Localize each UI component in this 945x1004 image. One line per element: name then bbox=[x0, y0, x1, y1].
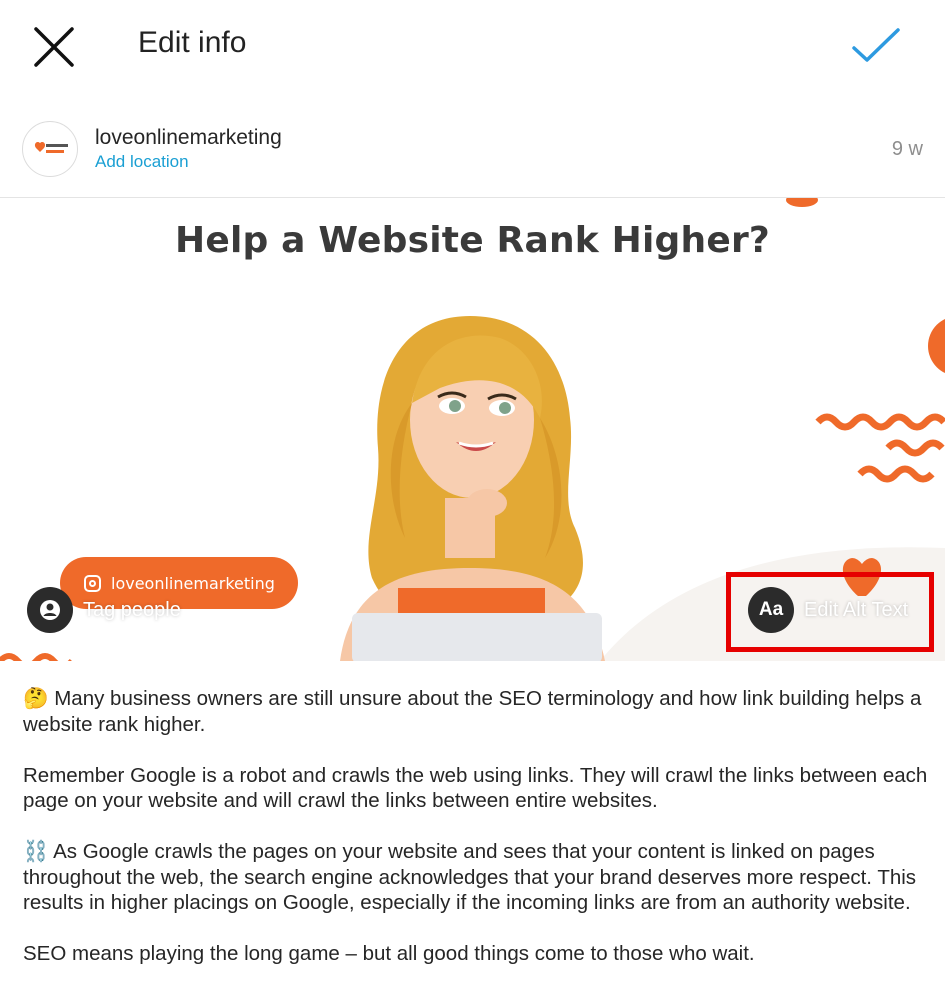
close-button[interactable] bbox=[28, 22, 80, 74]
edit-alt-text-label: Edit Alt Text bbox=[804, 598, 909, 621]
text-icon: Aa bbox=[748, 587, 794, 633]
page-title: Edit info bbox=[138, 26, 247, 59]
done-button[interactable] bbox=[848, 22, 904, 70]
post-age: 9 w bbox=[891, 138, 923, 160]
add-location-link[interactable]: Add location bbox=[95, 152, 189, 172]
top-bar: Edit info bbox=[0, 0, 945, 96]
edit-alt-text-button[interactable]: Aa Edit Alt Text bbox=[748, 587, 908, 633]
tag-people-button[interactable]: Tag people bbox=[27, 587, 181, 633]
tag-people-label: Tag people bbox=[83, 598, 181, 621]
account-row: loveonlinemarketing Add location 9 w bbox=[0, 112, 945, 194]
caption-paragraph: 🤔 Many business owners are still unsure … bbox=[23, 687, 922, 736]
image-headline: Help a Website Rank Higher? bbox=[175, 220, 770, 261]
caption-paragraph: ⛓️ As Google crawls the pages on your we… bbox=[23, 840, 917, 914]
checkmark-icon bbox=[852, 28, 900, 62]
account-username[interactable]: loveonlinemarketing bbox=[95, 126, 282, 150]
caption-paragraph: SEO means playing the long game – but al… bbox=[23, 942, 755, 965]
post-image: Help a Website Rank Higher? loveonlinema… bbox=[0, 198, 945, 661]
person-icon bbox=[27, 587, 73, 633]
avatar[interactable] bbox=[22, 121, 78, 177]
close-icon bbox=[34, 27, 74, 67]
caption-editor[interactable]: 🤔 Many business owners are still unsure … bbox=[23, 686, 928, 992]
brand-logo bbox=[34, 141, 68, 153]
caption-paragraph: Remember Google is a robot and crawls th… bbox=[23, 763, 928, 813]
